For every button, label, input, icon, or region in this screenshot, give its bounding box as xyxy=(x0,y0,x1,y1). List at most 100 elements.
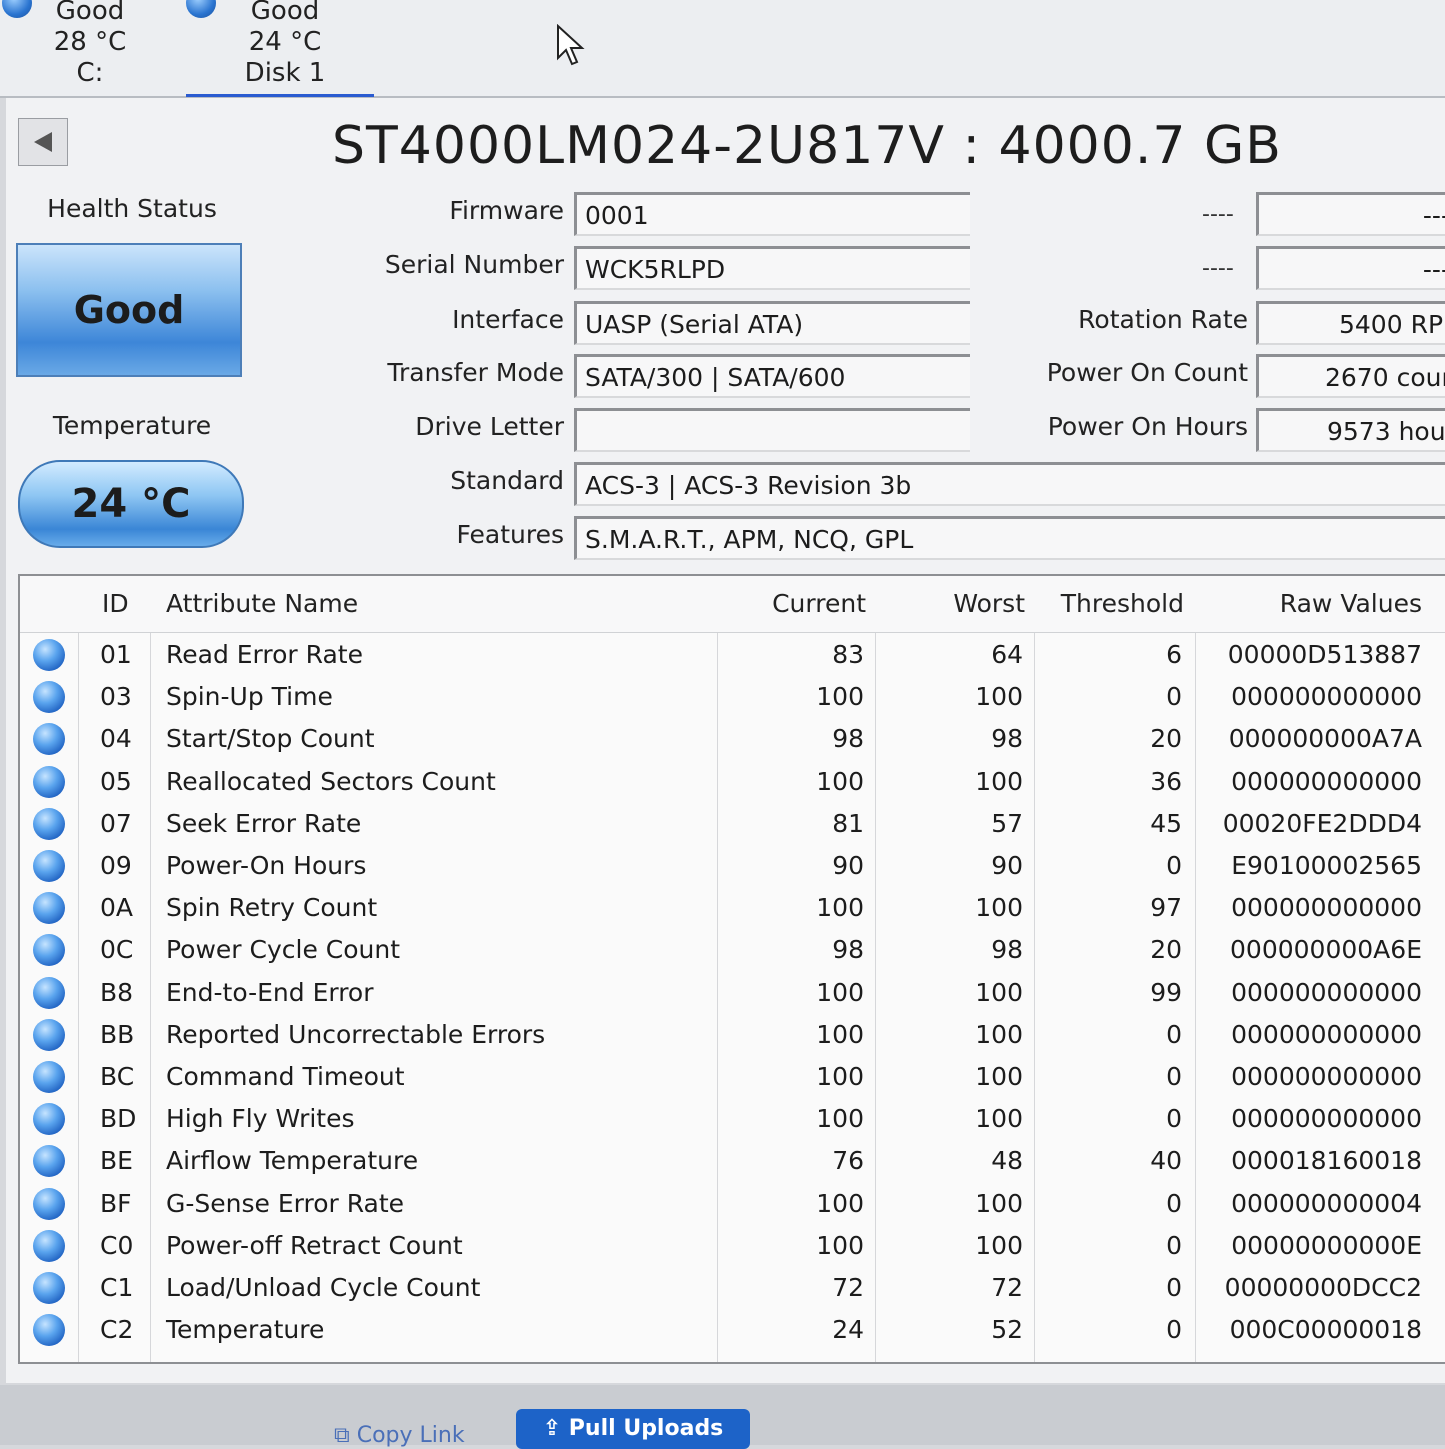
status-dot-icon xyxy=(33,807,65,840)
header-worst[interactable]: Worst xyxy=(880,576,1025,632)
power-on-hours-value: 9573 hours xyxy=(1327,417,1445,446)
table-row[interactable]: C2 Temperature 24 52 0 000C00000018 xyxy=(20,1309,1445,1351)
temperature-badge[interactable]: 24 °C xyxy=(18,460,244,548)
cell-threshold: 20 xyxy=(1150,724,1182,754)
smart-attributes-table[interactable]: ID Attribute Name Current Worst Threshol… xyxy=(18,574,1445,1364)
cell-id: C1 xyxy=(100,1273,134,1302)
cell-attribute-name: End-to-End Error xyxy=(166,977,374,1007)
cell-threshold: 99 xyxy=(1150,977,1182,1007)
disk-tab-c[interactable]: Good 28 °C C: xyxy=(2,0,150,89)
cell-current: 83 xyxy=(832,640,864,669)
table-row[interactable]: BD High Fly Writes 100 100 0 000000000000 xyxy=(20,1098,1445,1140)
table-row[interactable]: 04 Start/Stop Count 98 98 20 000000000A7A xyxy=(20,718,1445,760)
features-label: Features xyxy=(456,520,565,549)
standard-field[interactable]: ACS-3 | ACS-3 Revision 3b xyxy=(574,462,1445,506)
cell-threshold: 0 xyxy=(1166,1019,1182,1049)
header-id[interactable]: ID xyxy=(102,576,129,632)
cell-worst: 100 xyxy=(975,682,1023,712)
power-on-hours-field[interactable]: 9573 hours xyxy=(1256,408,1445,452)
pull-uploads-button[interactable]: ⇪ Pull Uploads xyxy=(516,1409,750,1449)
table-row[interactable]: 05 Reallocated Sectors Count 100 100 36 00000… xyxy=(20,761,1445,803)
cell-id: BE xyxy=(100,1146,133,1176)
copy-link-button[interactable]: ⧉ Copy Link xyxy=(334,1423,465,1448)
cell-worst: 48 xyxy=(991,1146,1023,1176)
cell-threshold: 97 xyxy=(1150,893,1182,923)
unused-field-2[interactable]: ---- xyxy=(1256,246,1445,290)
cell-worst: 98 xyxy=(991,935,1023,965)
cell-id: C0 xyxy=(100,1230,134,1260)
previous-disk-button[interactable] xyxy=(18,118,68,166)
cell-raw-value: E90100002565 xyxy=(1231,851,1422,880)
table-row[interactable]: BF G-Sense Error Rate 100 100 0 000000000004 xyxy=(20,1183,1445,1225)
table-row[interactable]: 0C Power Cycle Count 98 98 20 000000000A6E xyxy=(20,929,1445,971)
cell-current: 100 xyxy=(816,893,864,923)
cell-id: C2 xyxy=(100,1315,134,1345)
cell-attribute-name: Reallocated Sectors Count xyxy=(166,766,496,796)
rotation-rate-value: 5400 RPM xyxy=(1339,310,1445,339)
cell-raw-value: 000000000000 xyxy=(1231,1104,1422,1134)
header-threshold[interactable]: Threshold xyxy=(1038,576,1184,632)
disk-tab-status: Good xyxy=(55,0,125,26)
cell-worst: 98 xyxy=(991,724,1023,754)
serial-number-field[interactable]: WCK5RLPD xyxy=(574,246,970,290)
features-field[interactable]: S.M.A.R.T., APM, NCQ, GPL xyxy=(574,516,1445,560)
cell-attribute-name: Command Timeout xyxy=(166,1062,405,1091)
cell-raw-value: 00000000000E xyxy=(1231,1230,1422,1260)
table-row[interactable]: 03 Spin-Up Time 100 100 0 000000000000 xyxy=(20,676,1445,718)
cell-raw-value: 000000000000 xyxy=(1231,1019,1422,1049)
cell-worst: 72 xyxy=(991,1273,1023,1302)
status-dot-icon xyxy=(33,1187,65,1220)
rotation-rate-field[interactable]: 5400 RPM xyxy=(1256,301,1445,345)
cell-id: 0A xyxy=(100,893,134,923)
firmware-field[interactable]: 0001 xyxy=(574,192,970,236)
unused-field-1[interactable]: ---- xyxy=(1256,192,1445,236)
cell-worst: 100 xyxy=(975,1019,1023,1049)
cell-worst: 100 xyxy=(975,1230,1023,1260)
disk-tab-name: Disk 1 xyxy=(244,58,326,88)
disk-tabs-strip: Good 28 °C C: Good 24 °C Disk 1 xyxy=(0,0,1445,98)
table-row[interactable]: 07 Seek Error Rate 81 57 45 00020FE2DDD4 xyxy=(20,803,1445,845)
table-row[interactable]: BC Command Timeout 100 100 0 000000000000 xyxy=(20,1056,1445,1098)
power-on-count-field[interactable]: 2670 count xyxy=(1256,354,1445,398)
status-dot-icon xyxy=(33,976,65,1009)
cell-worst: 57 xyxy=(991,808,1023,838)
cell-worst: 100 xyxy=(975,1062,1023,1091)
cell-raw-value: 000000000A6E xyxy=(1230,935,1422,965)
copy-link-label: Copy Link xyxy=(356,1423,465,1448)
status-dot-icon xyxy=(33,1018,65,1051)
cell-current: 100 xyxy=(816,1062,864,1091)
cell-current: 100 xyxy=(816,1188,864,1218)
status-dot-icon xyxy=(33,723,65,756)
power-on-count-label: Power On Count xyxy=(1046,358,1248,387)
cell-raw-value: 00020FE2DDD4 xyxy=(1222,808,1422,838)
cell-raw-value: 000000000A7A xyxy=(1228,724,1422,754)
cell-current: 81 xyxy=(832,808,864,838)
table-row[interactable]: 0A Spin Retry Count 100 100 97 000000000000 xyxy=(20,887,1445,929)
cell-threshold: 45 xyxy=(1150,808,1182,838)
table-row[interactable]: B8 End-to-End Error 100 100 99 000000000000 xyxy=(20,972,1445,1014)
status-dot-icon xyxy=(33,765,65,798)
status-dot-icon xyxy=(33,681,65,714)
mouse-cursor-icon xyxy=(557,24,585,66)
disk-tab-disk1[interactable]: Good 24 °C Disk 1 xyxy=(186,0,374,97)
link-icon: ⧉ xyxy=(334,1423,357,1448)
transfer-mode-field[interactable]: SATA/300 | SATA/600 xyxy=(574,354,970,398)
cell-raw-value: 000000000000 xyxy=(1231,893,1422,923)
unused-field-1-value: ---- xyxy=(1422,201,1445,230)
status-dot-icon xyxy=(33,1272,65,1304)
header-current[interactable]: Current xyxy=(720,576,866,632)
drive-letter-field[interactable] xyxy=(574,408,970,452)
disk-tab-temp: 24 °C xyxy=(248,27,322,57)
table-row[interactable]: BE Airflow Temperature 76 48 40 000018160018 xyxy=(20,1140,1445,1182)
table-row[interactable]: 09 Power-On Hours 90 90 0 E90100002565 xyxy=(20,845,1445,887)
cell-threshold: 0 xyxy=(1166,1188,1182,1218)
cell-id: 07 xyxy=(100,808,132,838)
table-row[interactable]: 01 Read Error Rate 83 64 6 00000D513887 xyxy=(20,634,1445,676)
header-raw-values[interactable]: Raw Values xyxy=(1200,576,1422,632)
health-status-badge[interactable]: Good xyxy=(16,243,242,377)
table-row[interactable]: BB Reported Uncorrectable Errors 100 100 0 00… xyxy=(20,1014,1445,1056)
header-attribute-name[interactable]: Attribute Name xyxy=(166,576,358,632)
table-row[interactable]: C1 Load/Unload Cycle Count 72 72 0 00000000DC… xyxy=(20,1267,1445,1309)
interface-field[interactable]: UASP (Serial ATA) xyxy=(574,301,970,345)
table-row[interactable]: C0 Power-off Retract Count 100 100 0 00000000… xyxy=(20,1225,1445,1267)
